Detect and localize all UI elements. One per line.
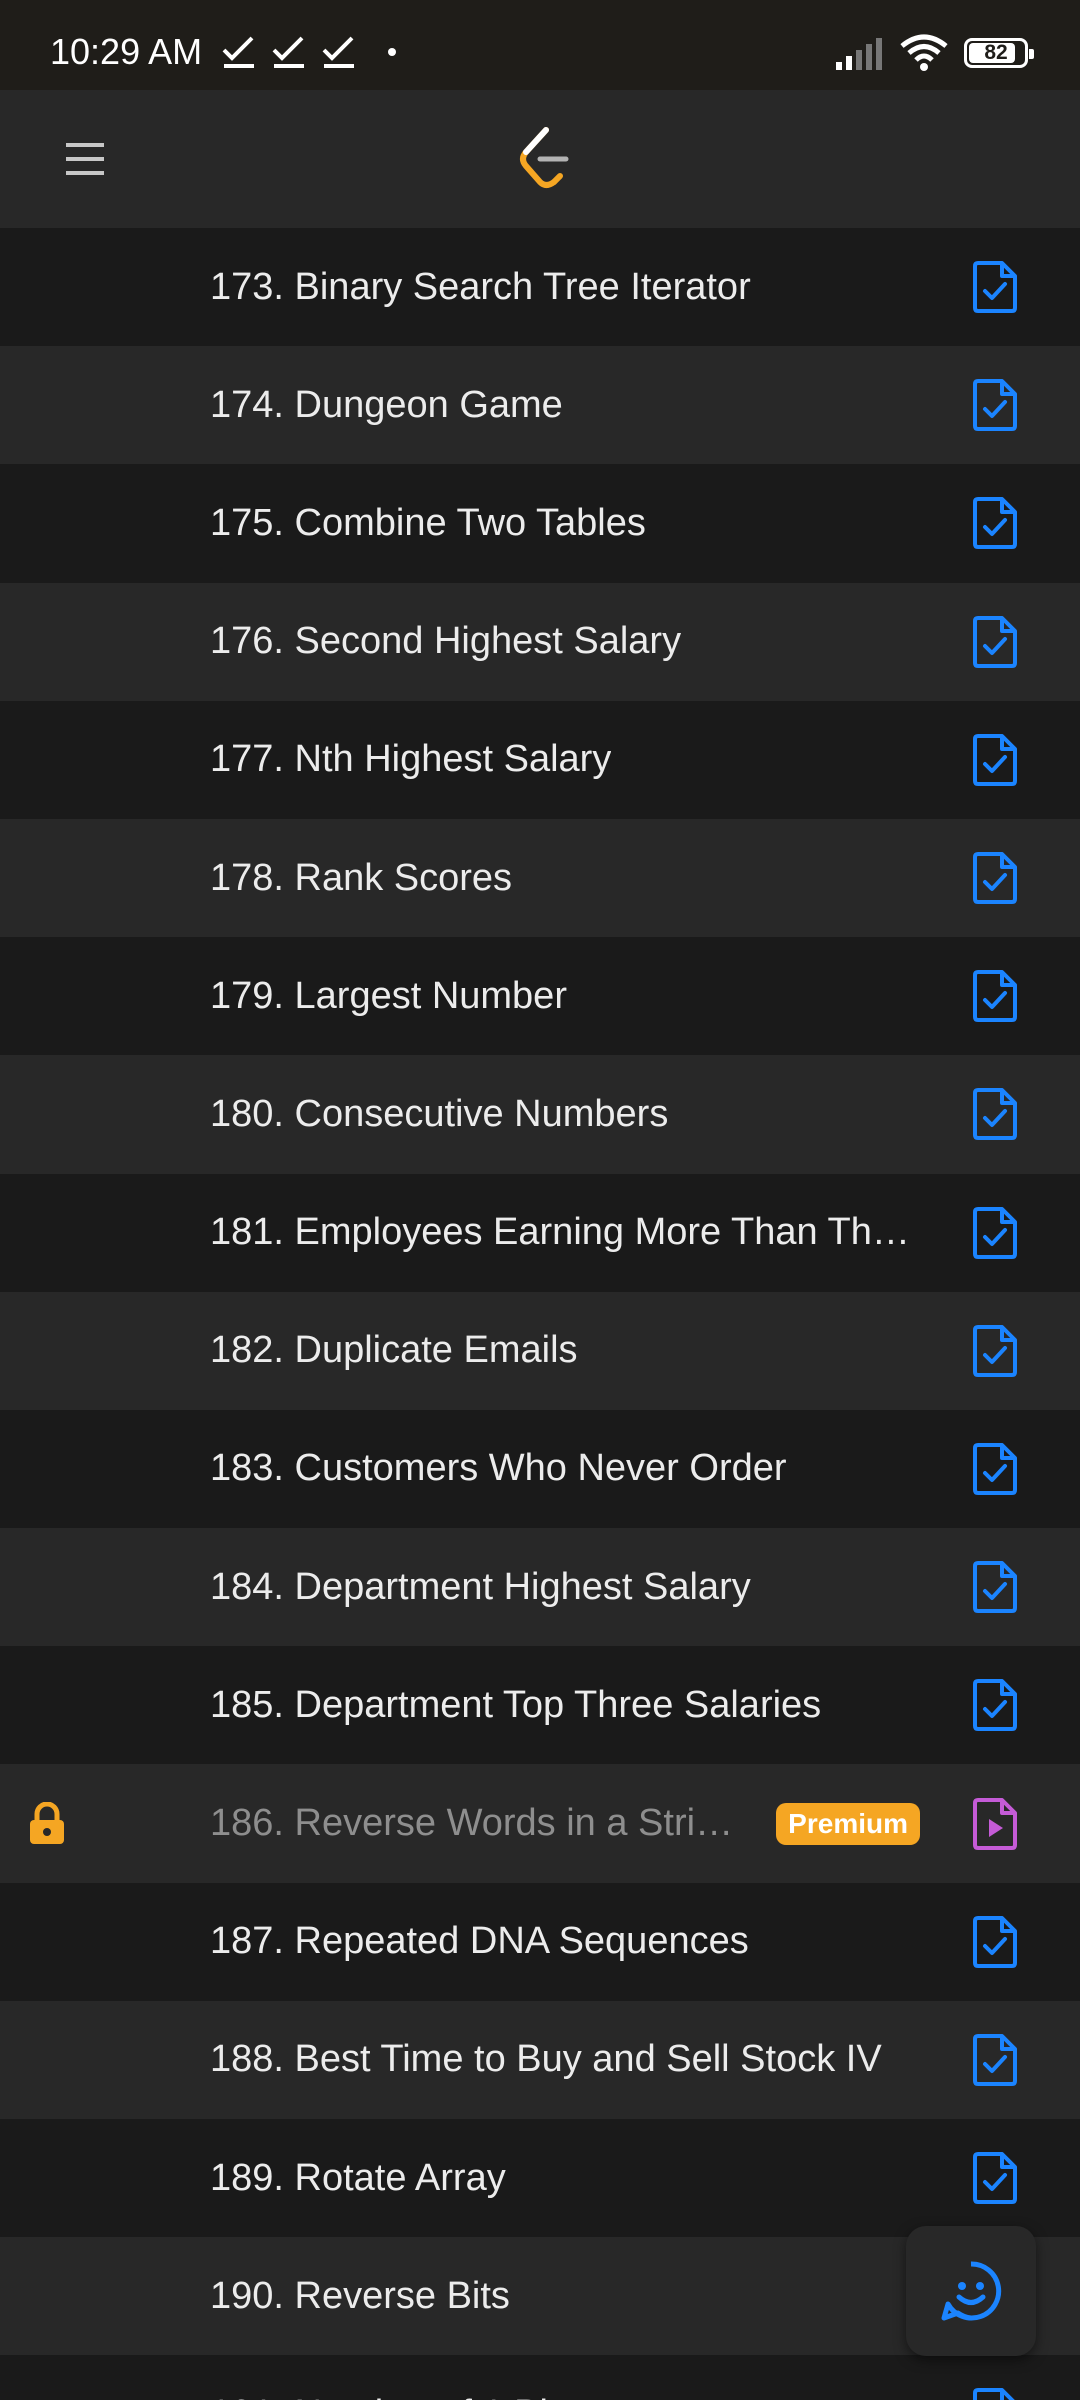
problem-title: 191. Number of 1 Bits — [210, 2393, 578, 2400]
more-notifications-dot — [388, 48, 396, 56]
menu-button[interactable] — [50, 128, 120, 190]
problem-row[interactable]: 175. Combine Two Tables — [0, 464, 1080, 583]
lock-icon — [30, 1801, 64, 1844]
solution-doc-icon[interactable] — [972, 1442, 1018, 1496]
status-right-icons: 82 — [836, 30, 1034, 76]
notification-icons — [220, 32, 396, 72]
problem-title-wrap: 180. Consecutive Numbers — [210, 1055, 668, 1173]
wifi-icon — [900, 34, 948, 71]
problem-title-wrap: 183. Customers Who Never Order — [210, 1410, 787, 1528]
problem-title-wrap: 181. Employees Earning More Than Thei... — [210, 1174, 920, 1292]
feedback-button[interactable] — [906, 2226, 1036, 2356]
problem-title-wrap: 178. Rank Scores — [210, 819, 512, 937]
solution-doc-icon[interactable] — [972, 733, 1018, 787]
solution-doc-icon[interactable] — [972, 851, 1018, 905]
problem-list: 173. Binary Search Tree Iterator 174. Dun… — [0, 228, 1080, 2400]
solution-doc-icon[interactable] — [972, 1087, 1018, 1141]
problem-title-wrap: 185. Department Top Three Salaries — [210, 1646, 821, 1764]
problem-title: 189. Rotate Array — [210, 2156, 506, 2199]
problem-title-wrap: 173. Binary Search Tree Iterator — [210, 228, 751, 346]
status-bar: 10:29 AM 82 — [0, 0, 1080, 90]
problem-row[interactable]: 179. Largest Number — [0, 937, 1080, 1056]
app-header — [0, 90, 1080, 228]
problem-row[interactable]: 184. Department Highest Salary — [0, 1528, 1080, 1647]
problem-title-wrap: 184. Department Highest Salary — [210, 1528, 751, 1646]
problem-row[interactable]: 176. Second Highest Salary — [0, 582, 1080, 701]
problem-row[interactable]: 181. Employees Earning More Than Thei... — [0, 1173, 1080, 1292]
problem-title: 185. Department Top Three Salaries — [210, 1683, 822, 1726]
battery-icon: 82 — [964, 38, 1034, 68]
video-doc-icon[interactable] — [972, 1797, 1018, 1851]
problem-row[interactable]: 180. Consecutive Numbers — [0, 1055, 1080, 1174]
problem-row[interactable]: 183. Customers Who Never Order — [0, 1409, 1080, 1529]
premium-badge: Premium — [776, 1802, 920, 1845]
problem-row[interactable]: 182. Duplicate Emails — [0, 1291, 1080, 1410]
solution-doc-icon[interactable] — [972, 615, 1018, 669]
problem-title: 181. Employees Earning More Than Thei... — [210, 1211, 920, 1254]
check-icon — [322, 36, 354, 68]
problem-title: 179. Largest Number — [210, 974, 567, 1017]
problem-title: 188. Best Time to Buy and Sell Stock IV — [210, 2038, 882, 2081]
problem-title-wrap: 179. Largest Number — [210, 937, 567, 1055]
problem-title-wrap: 182. Duplicate Emails — [210, 1292, 578, 1410]
problem-row[interactable]: 188. Best Time to Buy and Sell Stock IV — [0, 2000, 1080, 2119]
problem-title-wrap: 175. Combine Two Tables — [210, 464, 646, 582]
problem-title: 190. Reverse Bits — [210, 2274, 510, 2317]
problem-title: 182. Duplicate Emails — [210, 1329, 578, 1372]
signal-bars-icon — [836, 38, 882, 70]
problem-title-wrap: 186. Reverse Words in a String II Premium — [210, 1764, 920, 1882]
solution-doc-icon[interactable] — [972, 496, 1018, 550]
problem-row[interactable]: 189. Rotate Array — [0, 2119, 1080, 2238]
problem-title: 178. Rank Scores — [210, 856, 513, 899]
leetcode-logo[interactable] — [516, 126, 574, 192]
problem-row[interactable]: 185. Department Top Three Salaries — [0, 1646, 1080, 1765]
problem-title: 176. Second Highest Salary — [210, 620, 682, 663]
problem-row[interactable]: 187. Repeated DNA Sequences — [0, 1882, 1080, 2001]
problem-title-wrap: 191. Number of 1 Bits — [210, 2355, 578, 2400]
solution-doc-icon[interactable] — [972, 378, 1018, 432]
solution-doc-icon[interactable] — [972, 1324, 1018, 1378]
solution-doc-icon[interactable] — [972, 1678, 1018, 1732]
feedback-smiley-icon — [941, 2261, 1002, 2321]
check-icon — [222, 36, 254, 68]
problem-title: 184. Department Highest Salary — [210, 1565, 751, 1608]
solution-doc-icon[interactable] — [972, 2033, 1018, 2087]
problem-title-wrap: 174. Dungeon Game — [210, 346, 563, 464]
problem-title-wrap: 187. Repeated DNA Sequences — [210, 1883, 749, 2001]
problem-row[interactable]: 186. Reverse Words in a String II Premium — [0, 1764, 1080, 1883]
problem-row[interactable]: 173. Binary Search Tree Iterator — [0, 228, 1080, 347]
problem-title: 180. Consecutive Numbers — [210, 1092, 669, 1135]
problem-row[interactable]: 191. Number of 1 Bits — [0, 2355, 1080, 2400]
solution-doc-icon[interactable] — [972, 1915, 1018, 1969]
solution-doc-icon[interactable] — [972, 1206, 1018, 1260]
status-time: 10:29 AM — [50, 31, 203, 72]
solution-doc-icon[interactable] — [972, 969, 1018, 1023]
problem-title-wrap: 176. Second Highest Salary — [210, 583, 681, 701]
solution-doc-icon[interactable] — [972, 1560, 1018, 1614]
hamburger-menu-icon — [66, 143, 104, 175]
problem-title: 173. Binary Search Tree Iterator — [210, 265, 751, 308]
problem-title: 177. Nth Highest Salary — [210, 738, 612, 781]
problem-row[interactable]: 174. Dungeon Game — [0, 346, 1080, 465]
solution-doc-icon[interactable] — [972, 2387, 1018, 2400]
problem-row[interactable]: 177. Nth Highest Salary — [0, 700, 1080, 819]
solution-doc-icon[interactable] — [972, 2151, 1018, 2205]
problem-title: 187. Repeated DNA Sequences — [210, 1920, 749, 1963]
problem-title-wrap: 189. Rotate Array — [210, 2119, 506, 2237]
problem-title: 175. Combine Two Tables — [210, 501, 646, 544]
solution-doc-icon[interactable] — [972, 260, 1018, 314]
problem-title-wrap: 188. Best Time to Buy and Sell Stock IV — [210, 2001, 882, 2119]
problem-title-wrap: 177. Nth Highest Salary — [210, 701, 611, 819]
problem-title: 174. Dungeon Game — [210, 383, 563, 426]
battery-level: 82 — [984, 41, 1008, 64]
check-icon — [272, 36, 304, 68]
problem-title: 183. Customers Who Never Order — [210, 1447, 787, 1490]
problem-title-wrap: 190. Reverse Bits — [210, 2237, 510, 2355]
problem-row[interactable]: 178. Rank Scores — [0, 818, 1080, 938]
problem-title: 186. Reverse Words in a String II — [210, 1802, 755, 1845]
leetcode-problem-list-screen: 10:29 AM 82 173. Binary Search Tree Iter… — [0, 0, 1080, 2400]
